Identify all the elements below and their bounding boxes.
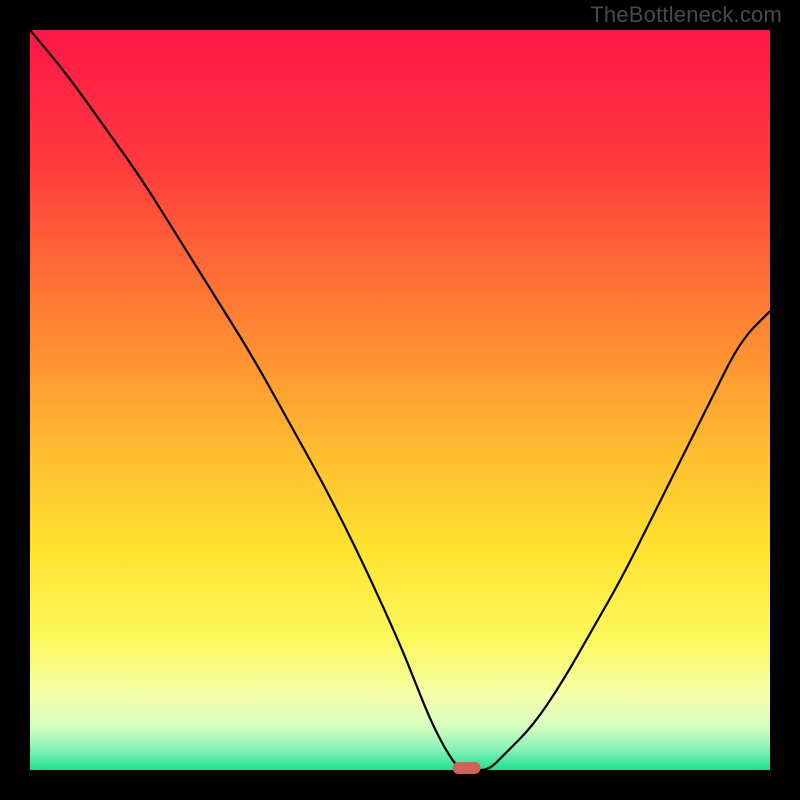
bottleneck-chart bbox=[0, 0, 800, 800]
watermark-text: TheBottleneck.com bbox=[590, 2, 782, 28]
plot-background bbox=[30, 30, 770, 770]
chart-frame: TheBottleneck.com bbox=[0, 0, 800, 800]
optimal-marker bbox=[453, 762, 481, 774]
